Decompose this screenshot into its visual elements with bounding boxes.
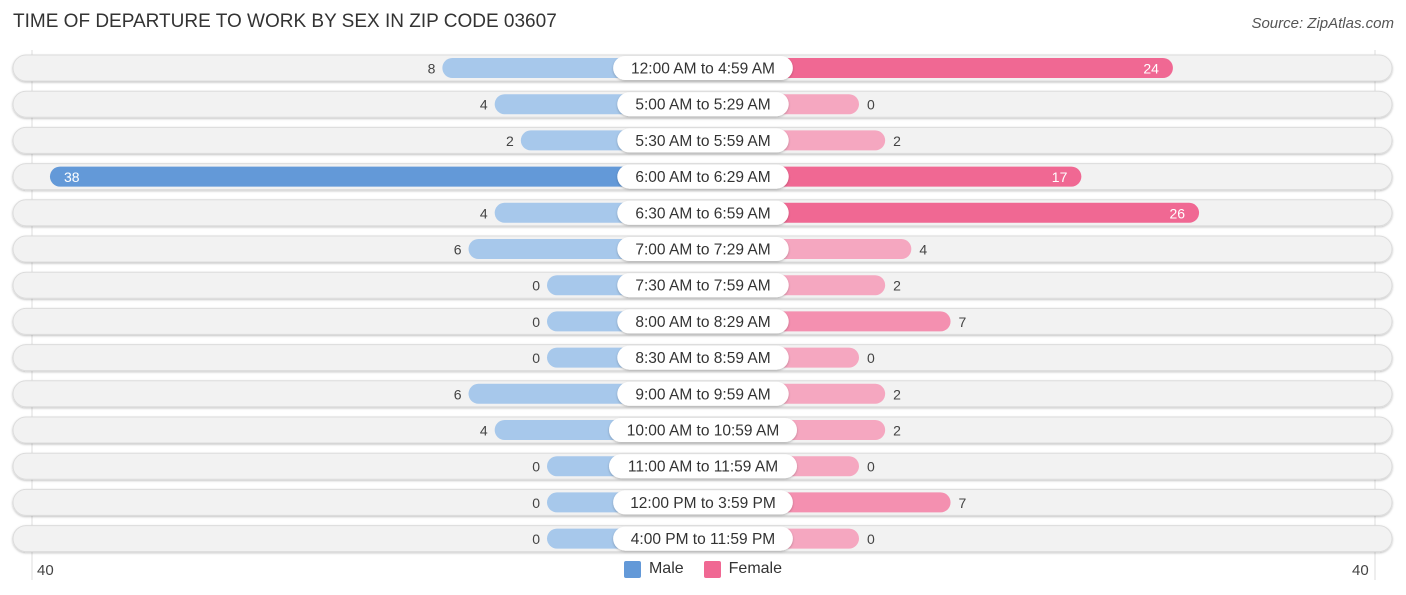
value-label-female: 0 bbox=[867, 97, 875, 113]
chart-area: 12:00 AM to 4:59 AM8 245:00 AM to 5:29 AM… bbox=[12, 50, 1393, 580]
category-label: 10:00 AM to 10:59 AM bbox=[627, 423, 780, 440]
value-label-female: 2 bbox=[893, 278, 901, 294]
category-label: 8:30 AM to 8:59 AM bbox=[635, 350, 770, 367]
legend-swatch-male bbox=[623, 560, 641, 578]
legend-label-female: Female bbox=[728, 560, 783, 577]
category-label: 7:30 AM to 7:59 AM bbox=[635, 278, 770, 295]
category-label: 7:00 AM to 7:29 AM bbox=[635, 242, 770, 259]
value-label-male: 0 bbox=[532, 531, 540, 547]
value-label-male: 0 bbox=[532, 459, 540, 475]
value-label-male: 6 bbox=[454, 386, 462, 402]
value-label-male: 38 bbox=[64, 169, 80, 185]
value-label-female: 24 bbox=[1143, 61, 1159, 77]
value-label-female: 0 bbox=[867, 350, 875, 366]
value-label-male: 4 bbox=[480, 423, 488, 439]
value-label-female: 7 bbox=[959, 495, 967, 511]
value-label-male: 0 bbox=[532, 314, 540, 330]
value-label-male: 4 bbox=[480, 97, 488, 113]
value-label-female: 2 bbox=[893, 386, 901, 402]
value-label-male: 0 bbox=[532, 278, 540, 294]
category-label: 6:00 AM to 6:29 AM bbox=[635, 169, 770, 186]
legend: Male Female bbox=[0, 560, 1406, 578]
value-label-female: 2 bbox=[893, 423, 901, 439]
category-label: 5:30 AM to 5:59 AM bbox=[635, 133, 770, 150]
value-label-female: 2 bbox=[893, 133, 901, 149]
value-label-male: 0 bbox=[532, 495, 540, 511]
value-label-male: 2 bbox=[506, 133, 514, 149]
value-label-male: 0 bbox=[532, 350, 540, 366]
value-label-female: 7 bbox=[959, 314, 967, 330]
value-label-male: 8 bbox=[428, 61, 436, 77]
value-label-female: 26 bbox=[1170, 205, 1186, 221]
value-label-male: 6 bbox=[454, 242, 462, 258]
value-label-female: 17 bbox=[1052, 169, 1068, 185]
category-label: 11:00 AM to 11:59 AM bbox=[628, 459, 778, 476]
category-label: 4:00 PM to 11:59 PM bbox=[631, 531, 775, 548]
category-label: 9:00 AM to 9:59 AM bbox=[635, 386, 770, 403]
legend-item-female[interactable]: Female bbox=[703, 560, 783, 578]
value-label-female: 0 bbox=[867, 459, 875, 475]
category-label: 5:00 AM to 5:29 AM bbox=[635, 97, 770, 114]
value-label-female: 0 bbox=[867, 531, 875, 547]
value-label-male: 4 bbox=[480, 205, 488, 221]
category-label: 8:00 AM to 8:29 AM bbox=[635, 314, 770, 331]
category-label: 12:00 PM to 3:59 PM bbox=[630, 495, 776, 512]
legend-label-male: Male bbox=[648, 560, 684, 577]
legend-swatch-female bbox=[703, 560, 721, 578]
category-label: 12:00 AM to 4:59 AM bbox=[631, 61, 775, 78]
value-label-female: 4 bbox=[919, 242, 927, 258]
bar-male bbox=[49, 166, 703, 187]
category-label: 6:30 AM to 6:59 AM bbox=[635, 205, 770, 222]
legend-item-male[interactable]: Male bbox=[623, 560, 684, 578]
